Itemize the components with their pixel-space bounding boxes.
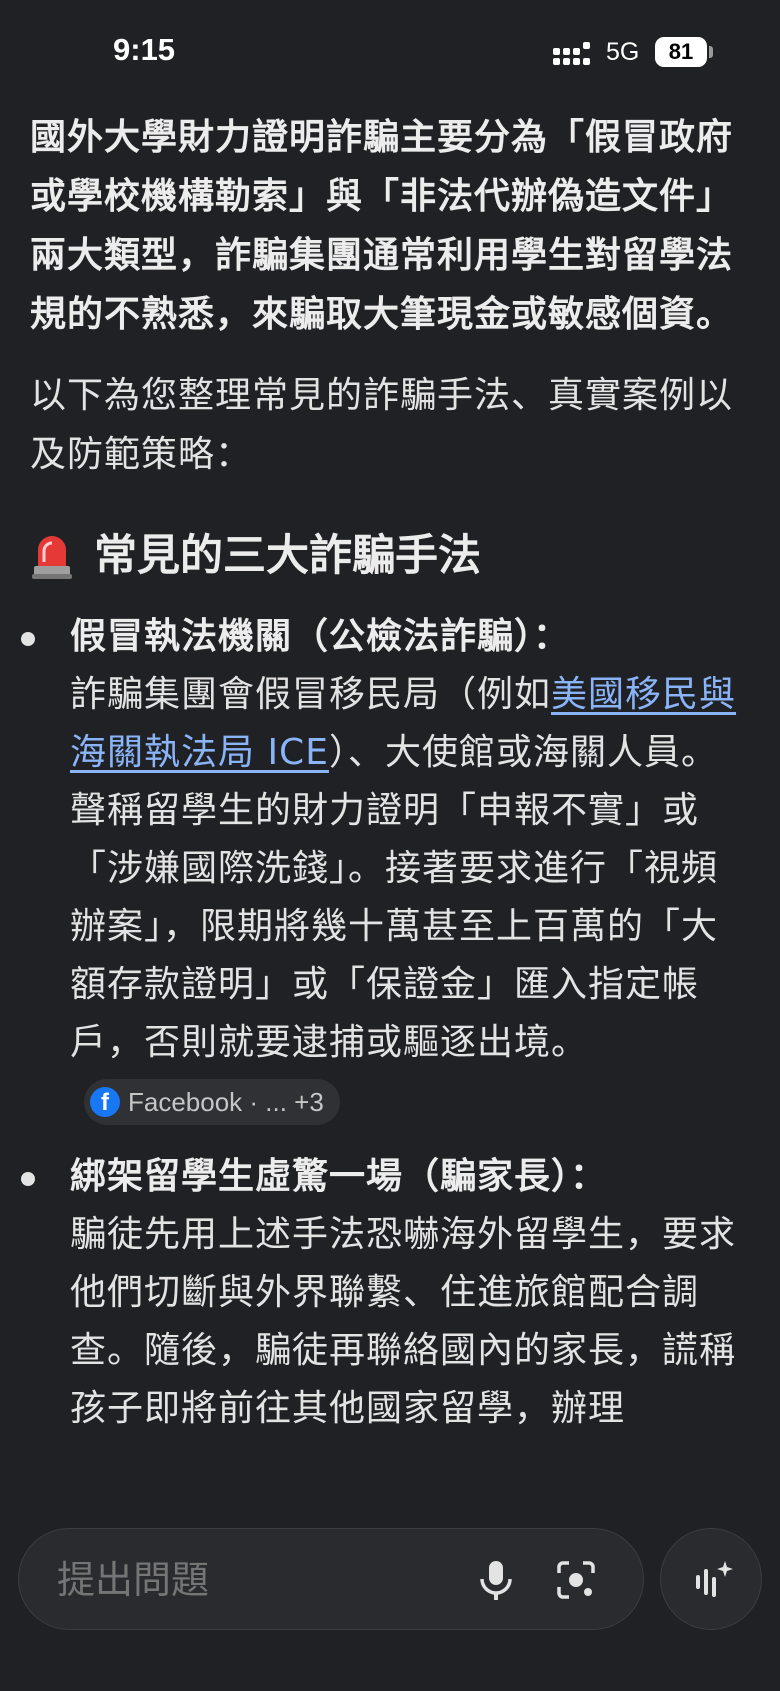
network-type: 5G xyxy=(606,38,640,66)
bullet-body-text: 詐騙集團會假冒移民局（例如 xyxy=(70,674,552,715)
status-time: 9:15 xyxy=(113,32,176,67)
answer-intro-plain: 以下為您整理常見的詐騙手法、真實案例以及防範策略： xyxy=(30,375,734,475)
signal-icon xyxy=(553,42,590,65)
prompt-bar[interactable] xyxy=(18,1528,644,1631)
source-chip[interactable]: f Facebook · ... +3 xyxy=(84,1079,340,1125)
bullet-title: 綁架留學生虛驚一場（騙家長）： xyxy=(70,1156,608,1197)
list-item: 假冒執法機關（公檢法詐騙）： 詐騙集團會假冒移民局（例如美國移民與海關執法局 I… xyxy=(21,608,740,1130)
answer-intro-bold: 國外大學財力證明詐騙主要分為「假冒政府或學校機構勒索」與「非法代辦偽造文件」兩大… xyxy=(30,117,734,335)
source-chip-label: Facebook · ... +3 xyxy=(128,1087,324,1117)
answer-content: 國外大學財力證明詐騙主要分為「假冒政府或學校機構勒索」與「非法代辦偽造文件」兩大… xyxy=(21,108,740,1456)
battery-level: 81 xyxy=(655,37,707,67)
siren-icon xyxy=(32,536,72,579)
camera-search-icon[interactable] xyxy=(555,1559,597,1601)
live-sparkle-icon xyxy=(696,1561,733,1597)
scam-methods-list: 假冒執法機關（公檢法詐騙）： 詐騙集團會假冒移民局（例如美國移民與海關執法局 I… xyxy=(21,608,740,1438)
bullet-body: 詐騙集團會假冒移民局（例如美國移民與海關執法局 ICE）、大使館或海關人員。聲稱… xyxy=(70,666,740,1130)
bullet-title: 假冒執法機關（公檢法詐騙）： xyxy=(70,616,571,657)
bullet-dot xyxy=(21,632,35,646)
mic-icon[interactable] xyxy=(477,1559,515,1601)
facebook-icon: f xyxy=(90,1087,120,1117)
bullet-body: 騙徒先用上述手法恐嚇海外留學生，要求他們切斷與外界聯繫、住進旅館配合調查。隨後，… xyxy=(70,1214,737,1429)
prompt-input[interactable] xyxy=(55,1529,439,1631)
battery-icon xyxy=(709,46,713,58)
list-item: 綁架留學生虛驚一場（騙家長）： 騙徒先用上述手法恐嚇海外留學生，要求他們切斷與外… xyxy=(21,1148,740,1438)
bullet-body-text: ）、大使館或海關人員。聲稱留學生的財力證明「申報不實」或「涉嫌國際洗錢」。接著要… xyxy=(70,732,719,1063)
live-button[interactable] xyxy=(660,1528,762,1630)
status-bar: 9:15 5G 81 xyxy=(0,0,780,105)
section-heading: 常見的三大詐騙手法 xyxy=(30,524,740,588)
section-heading-text: 常見的三大詐騙手法 xyxy=(94,531,481,581)
bullet-dot xyxy=(21,1172,35,1186)
